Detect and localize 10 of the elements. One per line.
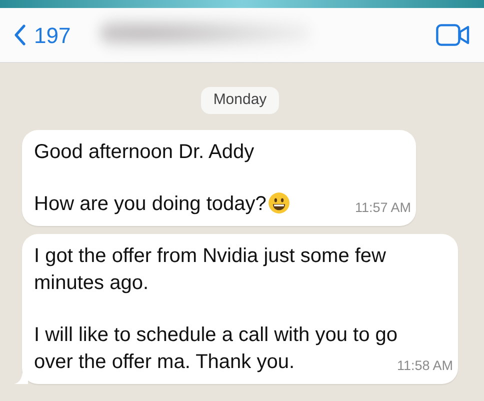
date-divider: Monday — [201, 87, 279, 114]
message-text: I got the offer from Nvidia just some few minutes ago. — [34, 244, 388, 296]
message-time: 11:57 AM — [354, 200, 411, 216]
message-text: How are you doing today? — [34, 192, 290, 214]
back-button[interactable]: 197 — [14, 18, 71, 52]
chevron-left-icon — [14, 24, 26, 46]
message-text: I will like to schedule a call with you to go over the offer ma. Thank you. — [34, 324, 398, 372]
message-text: Good afternoon Dr. Addy — [34, 140, 256, 164]
video-call-icon[interactable] — [436, 24, 470, 46]
message-time: 11:58 AM — [396, 358, 453, 374]
